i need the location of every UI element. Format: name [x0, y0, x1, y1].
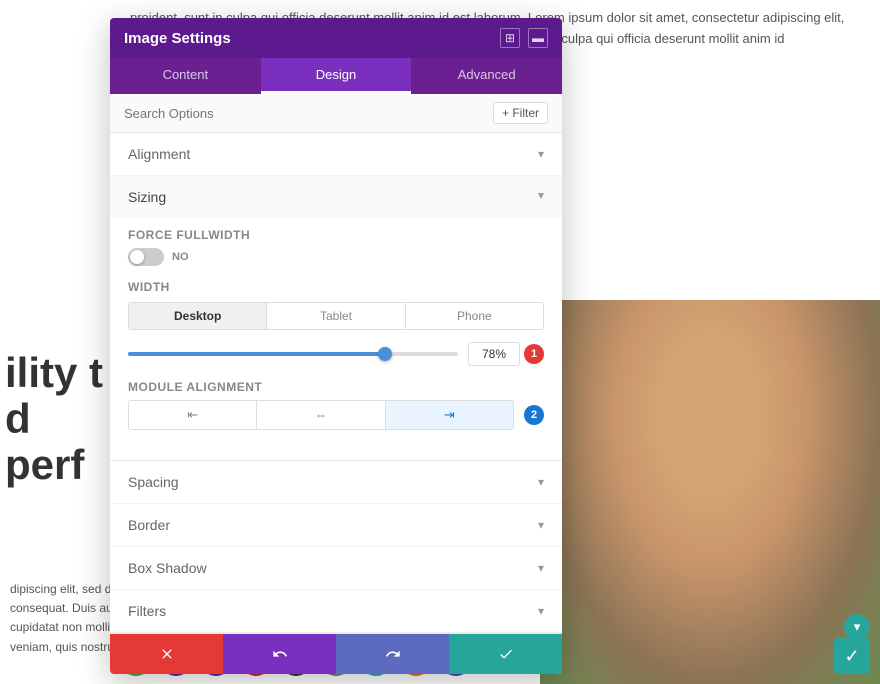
align-options: ⇤ ⇔ ⇥ — [128, 400, 514, 430]
spacing-chevron: ▾ — [538, 475, 544, 489]
alignment-badge: 2 — [524, 405, 544, 425]
width-badge: 1 — [524, 344, 544, 364]
filters-label: Filters — [128, 603, 166, 619]
module-alignment-label: Module Alignment — [128, 380, 544, 394]
width-value-input[interactable] — [468, 342, 520, 366]
scroll-arrow[interactable]: ▾ — [844, 614, 870, 640]
redo-icon — [385, 646, 401, 662]
background-photo — [540, 300, 880, 684]
align-row: ⇤ ⇔ ⇥ 2 — [128, 400, 544, 430]
border-label: Border — [128, 517, 170, 533]
modal-actions — [110, 633, 562, 674]
filter-button[interactable]: + Filter — [493, 102, 548, 124]
device-tab-tablet[interactable]: Tablet — [267, 303, 405, 329]
modal-title: Image Settings — [124, 30, 231, 47]
modal-header-icons: ⊞ ▬ — [500, 28, 548, 48]
sizing-section-header[interactable]: Sizing ▴ — [110, 176, 562, 218]
action-save[interactable] — [449, 634, 562, 674]
force-fullwidth-toggle[interactable] — [128, 248, 164, 266]
box-shadow-chevron: ▾ — [538, 561, 544, 575]
undo-icon — [272, 646, 288, 662]
width-slider-track[interactable] — [128, 352, 458, 356]
action-redo[interactable] — [336, 634, 449, 674]
alignment-label: Alignment — [128, 146, 190, 162]
background-left-text: ility t d perf — [0, 350, 110, 489]
bottom-right-save[interactable]: ✓ — [834, 638, 870, 674]
cancel-icon — [159, 646, 175, 662]
device-tab-phone[interactable]: Phone — [406, 303, 543, 329]
filters-chevron: ▾ — [538, 604, 544, 618]
toggle-knob — [130, 250, 144, 264]
box-shadow-label: Box Shadow — [128, 560, 207, 576]
save-checkmark-icon — [498, 646, 514, 662]
module-alignment-row: Module Alignment ⇤ ⇔ ⇥ 2 — [128, 380, 544, 430]
alignment-chevron: ▾ — [538, 147, 544, 161]
align-left[interactable]: ⇤ — [129, 401, 257, 429]
width-label: Width — [128, 280, 544, 294]
sizing-chevron: ▴ — [538, 190, 544, 204]
width-slider-fill — [128, 352, 385, 356]
width-row: Width Desktop Tablet Phone — [128, 280, 544, 366]
spacing-label: Spacing — [128, 474, 179, 490]
modal-tabs: Content Design Advanced — [110, 58, 562, 94]
toggle-row: NO — [128, 248, 544, 266]
force-fullwidth-row: Force Fullwidth NO — [128, 228, 544, 266]
align-right[interactable]: ⇥ — [386, 401, 513, 429]
slider-input-wrap: 1 — [468, 342, 544, 366]
sizing-label: Sizing — [128, 189, 166, 205]
photo-person — [540, 300, 880, 684]
search-input[interactable] — [124, 106, 493, 121]
align-center[interactable]: ⇔ — [257, 401, 385, 429]
force-fullwidth-label: Force Fullwidth — [128, 228, 544, 242]
modal-body: Alignment ▾ Sizing ▴ Force Fullwidth NO — [110, 133, 562, 633]
box-shadow-section[interactable]: Box Shadow ▾ — [110, 547, 562, 590]
sizing-content: Force Fullwidth NO Width Desktop — [110, 218, 562, 460]
border-chevron: ▾ — [538, 518, 544, 532]
action-undo[interactable] — [223, 634, 336, 674]
sizing-section: Sizing ▴ Force Fullwidth NO Width — [110, 176, 562, 461]
filters-section[interactable]: Filters ▾ — [110, 590, 562, 633]
action-cancel[interactable] — [110, 634, 223, 674]
border-section[interactable]: Border ▾ — [110, 504, 562, 547]
width-slider-row: 1 — [128, 342, 544, 366]
device-tabs: Desktop Tablet Phone — [128, 302, 544, 330]
toggle-no-label: NO — [172, 251, 189, 263]
search-bar: + Filter — [110, 94, 562, 133]
alignment-section[interactable]: Alignment ▾ — [110, 133, 562, 176]
device-tab-desktop[interactable]: Desktop — [129, 303, 267, 329]
modal-collapse-icon[interactable]: ▬ — [528, 28, 548, 48]
tab-advanced[interactable]: Advanced — [411, 58, 562, 94]
tab-design[interactable]: Design — [261, 58, 412, 94]
modal-expand-icon[interactable]: ⊞ — [500, 28, 520, 48]
image-settings-modal: Image Settings ⊞ ▬ Content Design Advanc… — [110, 18, 562, 674]
tab-content[interactable]: Content — [110, 58, 261, 94]
spacing-section[interactable]: Spacing ▾ — [110, 461, 562, 504]
width-slider-thumb[interactable] — [378, 347, 392, 361]
modal-header: Image Settings ⊞ ▬ — [110, 18, 562, 58]
